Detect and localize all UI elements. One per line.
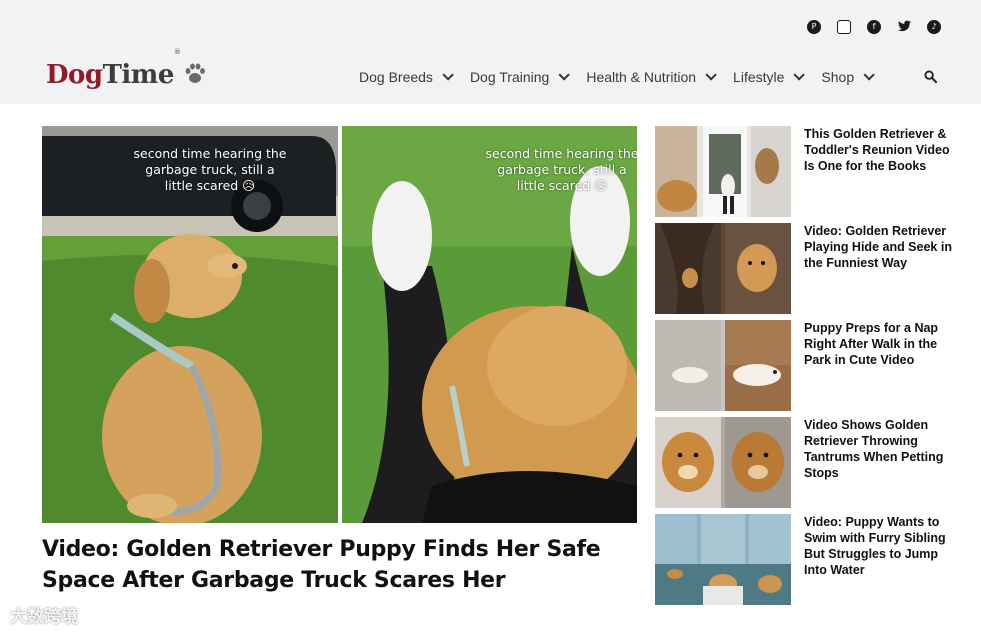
list-item[interactable]: Video: Golden Retriever Playing Hide and… — [655, 223, 955, 314]
nav-dog-breeds[interactable]: Dog Breeds — [359, 69, 454, 85]
chevron-down-icon[interactable] — [705, 69, 717, 81]
nav-label: Dog Training — [469, 69, 550, 85]
search-icon[interactable] — [924, 70, 937, 83]
instagram-icon[interactable] — [837, 20, 851, 34]
watermark: 大数跨境 — [10, 607, 78, 627]
site-header: P f ♪ Dog Time ® Dog Breeds Dog Training… — [0, 0, 981, 104]
hero-caption-left: second time hearing the garbage truck, s… — [133, 146, 287, 193]
facebook-icon[interactable]: f — [867, 20, 881, 34]
list-item[interactable]: This Golden Retriever & Toddler's Reunio… — [655, 126, 955, 217]
site-logo[interactable]: Dog Time ® — [46, 48, 207, 90]
nav-lifestyle[interactable]: Lifestyle — [733, 69, 806, 85]
list-item[interactable]: Video Shows Golden Retriever Throwing Ta… — [655, 417, 955, 508]
article-thumbnail[interactable] — [655, 514, 791, 605]
main-nav: Dog Breeds Dog Training Health & Nutriti… — [359, 69, 891, 85]
article-title[interactable]: Puppy Preps for a Nap Right After Walk i… — [804, 320, 952, 368]
chevron-down-icon[interactable] — [793, 69, 806, 81]
tiktok-icon[interactable]: ♪ — [927, 20, 941, 34]
article-thumbnail[interactable] — [655, 126, 791, 217]
logo-time-text: Time — [102, 60, 175, 90]
nav-label: Shop — [821, 69, 855, 85]
twitter-icon[interactable] — [897, 20, 911, 34]
article-title[interactable]: Video Shows Golden Retriever Throwing Ta… — [804, 417, 952, 481]
article-title[interactable]: This Golden Retriever & Toddler's Reunio… — [804, 126, 952, 174]
article-thumbnail[interactable] — [655, 223, 791, 314]
chevron-down-icon[interactable] — [558, 69, 571, 81]
logo-registered-mark: ® — [173, 48, 181, 56]
article-title[interactable]: Video: Golden Retriever Playing Hide and… — [804, 223, 952, 271]
hero-image[interactable]: second time hearing the garbage truck, s… — [42, 126, 637, 523]
hero-headline[interactable]: Video: Golden Retriever Puppy Finds Her … — [42, 534, 642, 596]
nav-dog-training[interactable]: Dog Training — [469, 69, 571, 85]
list-item[interactable]: Video: Puppy Wants to Swim with Furry Si… — [655, 514, 955, 605]
chevron-down-icon[interactable] — [442, 69, 454, 81]
nav-health-nutrition[interactable]: Health & Nutrition — [586, 69, 717, 85]
nav-shop[interactable]: Shop — [821, 69, 875, 85]
social-links: P f ♪ — [807, 20, 941, 34]
nav-label: Health & Nutrition — [586, 69, 697, 85]
hero-caption-right: second time hearing the garbage truck, s… — [485, 146, 638, 193]
chevron-down-icon[interactable] — [863, 69, 875, 81]
article-thumbnail[interactable] — [655, 320, 791, 411]
article-thumbnail[interactable] — [655, 417, 791, 508]
pinterest-icon[interactable]: P — [807, 20, 821, 34]
list-item[interactable]: Puppy Preps for a Nap Right After Walk i… — [655, 320, 955, 411]
nav-label: Lifestyle — [733, 69, 785, 85]
nav-label: Dog Breeds — [359, 69, 433, 85]
article-title[interactable]: Video: Puppy Wants to Swim with Furry Si… — [804, 514, 952, 578]
paw-icon — [185, 63, 205, 83]
logo-dog-text: Dog — [46, 60, 103, 90]
